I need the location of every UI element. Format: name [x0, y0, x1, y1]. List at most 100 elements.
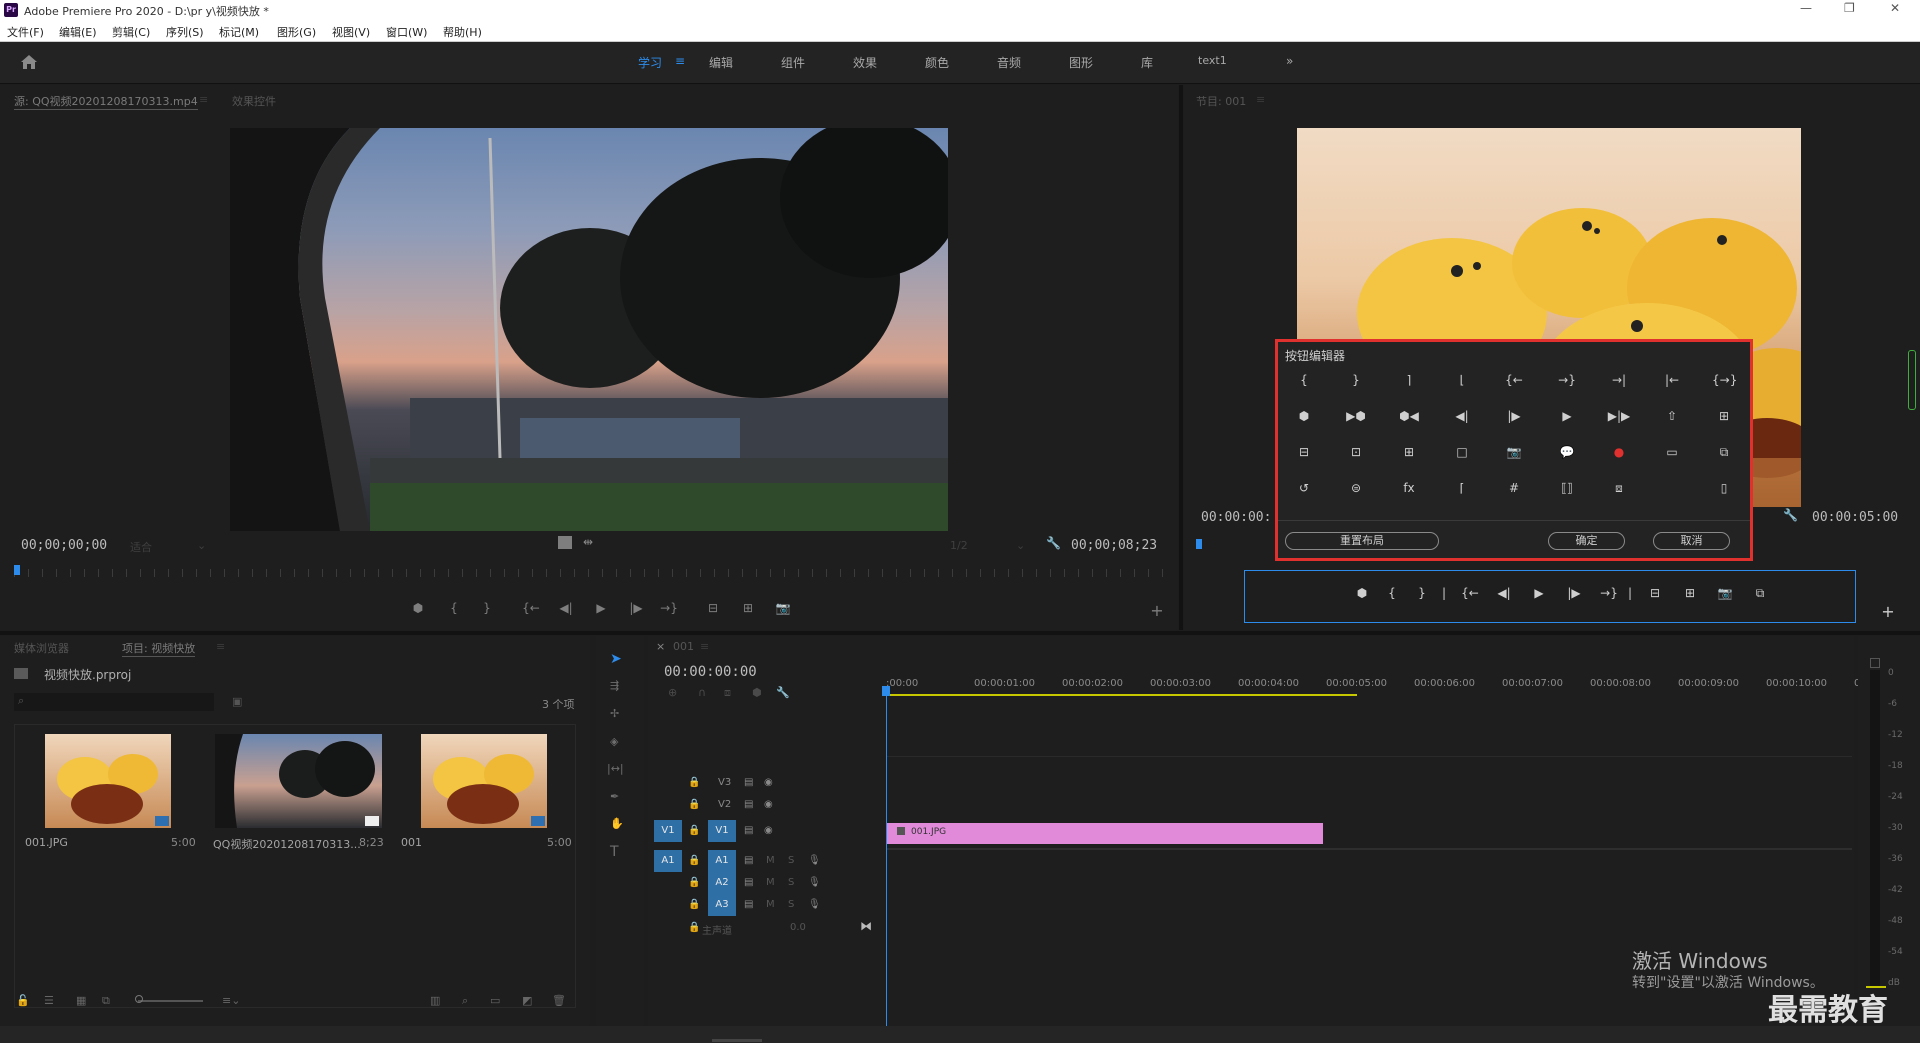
panel-divider[interactable]	[1179, 85, 1183, 630]
track-sync-icon[interactable]: ▤	[744, 799, 753, 810]
master-track-end-icon[interactable]: ⧓	[860, 919, 872, 933]
timeline-settings-icon[interactable]: 🔧	[776, 686, 790, 699]
track-sync-icon[interactable]: ▤	[744, 899, 753, 910]
minimize-button[interactable]: —	[1800, 1, 1812, 15]
clear-icon[interactable]: 🗑	[552, 994, 566, 1007]
source-patch-video[interactable]: V1	[654, 820, 682, 842]
editor-go-to-out-icon[interactable]: →}	[1555, 370, 1579, 390]
editor-gap-icon[interactable]: ▯	[1712, 478, 1736, 498]
editor-safe-margins-icon[interactable]: ⊞	[1712, 406, 1736, 426]
track-select-tool-icon[interactable]: ⇶	[610, 679, 619, 692]
editor-lift-icon[interactable]: ⊟	[1292, 442, 1316, 462]
workspace-menu-icon[interactable]: ≡	[675, 54, 685, 68]
project-item-thumb-0[interactable]	[45, 734, 171, 828]
editor-go-to-prev-edit-icon[interactable]: |←	[1660, 370, 1684, 390]
track-sync-icon[interactable]: ▤	[744, 825, 753, 836]
source-overwrite-icon[interactable]: ⊞	[739, 601, 757, 615]
track-name-video[interactable]: V2	[718, 799, 731, 810]
tab-effect-controls[interactable]: 效果控件	[232, 93, 276, 109]
program-lift-icon[interactable]: ⊟	[1646, 586, 1664, 600]
menu-edit[interactable]: 编辑(E)	[59, 24, 97, 40]
track-lock-icon[interactable]: 🔒	[688, 855, 700, 866]
editor-spacer-icon[interactable]	[1660, 478, 1684, 498]
find-icon[interactable]: ⌕	[462, 994, 468, 1008]
program-go-to-in-icon[interactable]: {←	[1461, 586, 1479, 600]
horizontal-divider[interactable]	[0, 631, 1920, 635]
track-mic-icon[interactable]: 🎙	[808, 899, 821, 910]
workspace-audio[interactable]: 音频	[997, 54, 1021, 71]
editor-fx-toggle-icon[interactable]: fx	[1397, 478, 1421, 498]
menu-window[interactable]: 窗口(W)	[386, 24, 427, 40]
workspace-color[interactable]: 颜色	[925, 54, 949, 71]
thumbnail-size-slider[interactable]	[138, 1000, 203, 1002]
tab-project-menu-icon[interactable]: ≡	[216, 640, 225, 653]
editor-mark-out-icon[interactable]: }	[1344, 370, 1368, 390]
razor-tool-icon[interactable]: ◈	[610, 735, 618, 748]
timeline-close-icon[interactable]: ×	[656, 640, 665, 653]
editor-add-marker-icon[interactable]: ⬢	[1292, 406, 1316, 426]
track-mic-icon[interactable]: 🎙	[808, 855, 821, 866]
program-mark-in-icon[interactable]: {	[1383, 586, 1401, 600]
source-mark-in-icon[interactable]: {	[445, 601, 463, 615]
editor-go-in-out-icon[interactable]: ⌊	[1450, 370, 1474, 390]
source-time-ruler[interactable]	[14, 569, 1164, 577]
timeline-timecode[interactable]: 00:00:00:00	[664, 664, 757, 680]
timeline-playhead-line[interactable]	[886, 696, 887, 1026]
track-eye-icon[interactable]: ◉	[764, 825, 773, 836]
track-sync-icon[interactable]: ▤	[744, 877, 753, 888]
program-timecode-current[interactable]: 00:00:00:	[1201, 510, 1271, 525]
editor-mark-in-icon[interactable]: {	[1292, 370, 1316, 390]
icon-view-icon[interactable]: ▦	[76, 994, 86, 1007]
program-extract-icon[interactable]: ⊞	[1681, 586, 1699, 600]
menu-view[interactable]: 视图(V)	[332, 24, 370, 40]
track-lock-icon[interactable]: 🔒	[688, 777, 700, 788]
work-area-bar[interactable]	[887, 694, 1357, 696]
source-mark-out-icon[interactable]: }	[478, 601, 496, 615]
source-fit-chevron-icon[interactable]: ⌄	[197, 539, 206, 552]
track-lock-icon[interactable]: 🔒	[688, 825, 700, 836]
source-export-frame-icon[interactable]: 📷	[774, 601, 792, 615]
source-timecode-current[interactable]: 00;00;00;00	[21, 538, 107, 553]
project-item-thumb-2[interactable]	[421, 734, 547, 828]
track-eye-icon[interactable]: ◉	[764, 799, 773, 810]
editor-play-around-icon[interactable]: ▶|▶	[1607, 406, 1631, 426]
track-target-audio[interactable]: A1	[708, 850, 736, 872]
editor-step-forward-icon[interactable]: |▶	[1502, 406, 1526, 426]
editor-step-back-icon[interactable]: ◀|	[1450, 406, 1474, 426]
track-solo-button[interactable]: S	[788, 877, 794, 888]
tab-project[interactable]: 项目: 视频快放	[122, 640, 196, 657]
source-step-back-icon[interactable]: ◀|	[557, 601, 575, 615]
editor-restore-icon[interactable]: ↺	[1292, 478, 1316, 498]
restore-button[interactable]: ❐	[1844, 1, 1855, 15]
editor-next-marker-icon[interactable]: ▶⬢	[1344, 406, 1368, 426]
selection-tool-icon[interactable]: ➤	[610, 651, 622, 667]
editor-comparison-icon[interactable]: ⧉	[1712, 442, 1736, 462]
program-mark-out-icon[interactable]: }	[1413, 586, 1431, 600]
track-mute-button[interactable]: M	[766, 877, 775, 888]
type-tool-icon[interactable]: T	[610, 844, 619, 860]
track-lock-icon[interactable]: 🔒	[688, 799, 700, 810]
editor-transmit-icon[interactable]: ⧈	[1607, 478, 1631, 498]
status-scroll[interactable]	[712, 1039, 762, 1042]
new-bin-icon[interactable]: ▭	[490, 994, 500, 1007]
program-scrollbar[interactable]	[1908, 350, 1916, 410]
source-insert-icon[interactable]: ⊟	[704, 601, 722, 615]
master-lock-icon[interactable]: 🔒	[688, 922, 700, 933]
workspace-effects[interactable]: 效果	[853, 54, 877, 71]
meter-solo-icon[interactable]	[1870, 658, 1880, 668]
workspace-libraries[interactable]: 库	[1141, 54, 1153, 71]
menu-sequence[interactable]: 序列(S)	[166, 24, 204, 40]
menu-markers[interactable]: 标记(M)	[219, 24, 259, 40]
source-step-forward-icon[interactable]: |▶	[627, 601, 645, 615]
editor-extract-icon[interactable]: ⊡	[1344, 442, 1368, 462]
program-step-forward-icon[interactable]: |▶	[1565, 586, 1583, 600]
track-mute-button[interactable]: M	[766, 899, 775, 910]
source-go-to-out-icon[interactable]: →}	[660, 601, 678, 615]
editor-export-frame-icon[interactable]: 📷	[1502, 442, 1526, 462]
timeline-clip[interactable]: 001.JPG	[887, 823, 1323, 844]
reset-layout-button[interactable]: 重置布局	[1285, 532, 1439, 550]
menu-clip[interactable]: 剪辑(C)	[112, 24, 150, 40]
program-go-to-out-icon[interactable]: →}	[1600, 586, 1618, 600]
track-eye-icon[interactable]: ◉	[764, 777, 773, 788]
editor-grid-icon[interactable]: #	[1502, 478, 1526, 498]
